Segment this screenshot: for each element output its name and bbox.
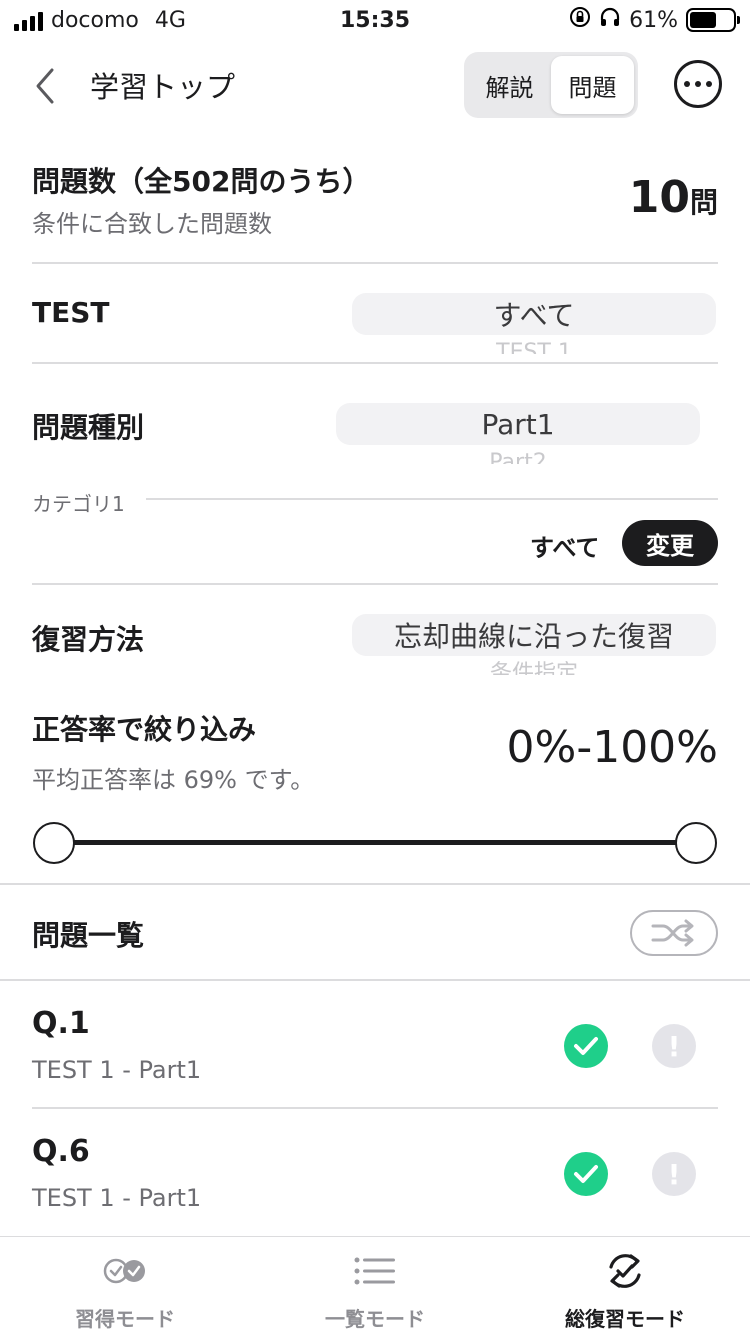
divider	[32, 362, 718, 364]
segment-questions[interactable]: 問題	[551, 56, 634, 114]
nav-bar: 学習トップ 解説 問題	[0, 44, 750, 128]
count-number: 10	[628, 172, 690, 223]
segment-explanation[interactable]: 解説	[468, 56, 551, 114]
refresh-check-icon	[601, 1251, 649, 1291]
rate-slider-min-handle[interactable]	[33, 822, 75, 864]
question-title: Q.1	[32, 1006, 90, 1041]
battery-percent: 61%	[629, 7, 678, 33]
rate-filter-title: 正答率で絞り込み	[32, 713, 257, 746]
question-title: Q.6	[32, 1134, 90, 1169]
divider	[0, 883, 750, 885]
tab-label: 習得モード	[75, 1307, 175, 1331]
battery-icon	[686, 8, 740, 32]
category-label: カテゴリ1	[32, 492, 125, 516]
question-subtitle: TEST 1 - Part1	[32, 1056, 202, 1084]
question-count-value: 10問	[629, 172, 718, 223]
type-picker-next-option: Part2	[489, 450, 547, 464]
exclamation-icon[interactable]: !	[652, 1024, 696, 1068]
rate-filter-value: 0%-100%	[506, 722, 718, 773]
page-title: 学習トップ	[90, 70, 236, 104]
test-filter-label: TEST	[32, 296, 110, 329]
shuffle-button[interactable]	[630, 910, 718, 956]
shuffle-icon	[651, 919, 694, 947]
review-method-picker[interactable]: 忘却曲線に沿った復習	[352, 614, 716, 656]
rate-slider-track[interactable]	[54, 840, 696, 845]
view-segmented-control: 解説 問題	[464, 52, 638, 118]
question-count-subtitle: 条件に合致した問題数	[32, 210, 272, 238]
more-button[interactable]	[674, 60, 722, 108]
headphones-icon	[599, 6, 621, 34]
back-button[interactable]	[30, 62, 62, 110]
chevron-left-icon	[36, 68, 54, 104]
review-method-next-option: 条件指定	[489, 661, 578, 675]
tab-label: 総復習モード	[565, 1307, 685, 1331]
count-unit: 問	[689, 186, 718, 219]
review-method-label: 復習方法	[32, 623, 145, 656]
status-bar: docomo 4G 15:35 61%	[0, 0, 750, 44]
question-count-title: 問題数（全502問のうち）	[32, 165, 371, 198]
question-list-title: 問題一覧	[32, 919, 145, 952]
double-check-icon	[101, 1251, 149, 1291]
category-change-button[interactable]: 変更	[622, 520, 718, 566]
category-value: すべて	[530, 534, 600, 562]
type-picker[interactable]: Part1	[336, 403, 700, 445]
list-icon	[351, 1251, 399, 1291]
question-subtitle: TEST 1 - Part1	[32, 1184, 202, 1212]
question-list-item[interactable]: Q.1 TEST 1 - Part1 !	[0, 980, 750, 1108]
type-filter-label: 問題種別	[32, 411, 145, 444]
tab-list-mode[interactable]: 一覧モード	[250, 1237, 500, 1334]
check-icon	[564, 1152, 608, 1196]
category-divider	[146, 498, 718, 500]
test-picker-next-option: TEST 1	[496, 340, 572, 354]
rate-filter-subtitle: 平均正答率は 69% です。	[32, 766, 315, 794]
test-picker[interactable]: すべて	[352, 293, 716, 335]
question-count-section: 問題数（全502問のうち） 条件に合致した問題数 10問	[32, 160, 718, 239]
tab-mastery-mode[interactable]: 習得モード	[0, 1237, 250, 1334]
exclamation-icon[interactable]: !	[652, 1152, 696, 1196]
rate-slider-max-handle[interactable]	[675, 822, 717, 864]
divider	[32, 262, 718, 264]
tab-bar: 習得モード 一覧モード 総復習モード	[0, 1236, 750, 1334]
more-icon	[684, 81, 690, 87]
question-list-item[interactable]: Q.6 TEST 1 - Part1 !	[0, 1108, 750, 1236]
divider	[32, 583, 718, 585]
status-right: 61%	[569, 6, 740, 34]
check-icon	[564, 1024, 608, 1068]
rotation-lock-icon	[569, 6, 591, 34]
tab-label: 一覧モード	[325, 1307, 425, 1331]
tab-full-review-mode[interactable]: 総復習モード	[500, 1237, 750, 1334]
